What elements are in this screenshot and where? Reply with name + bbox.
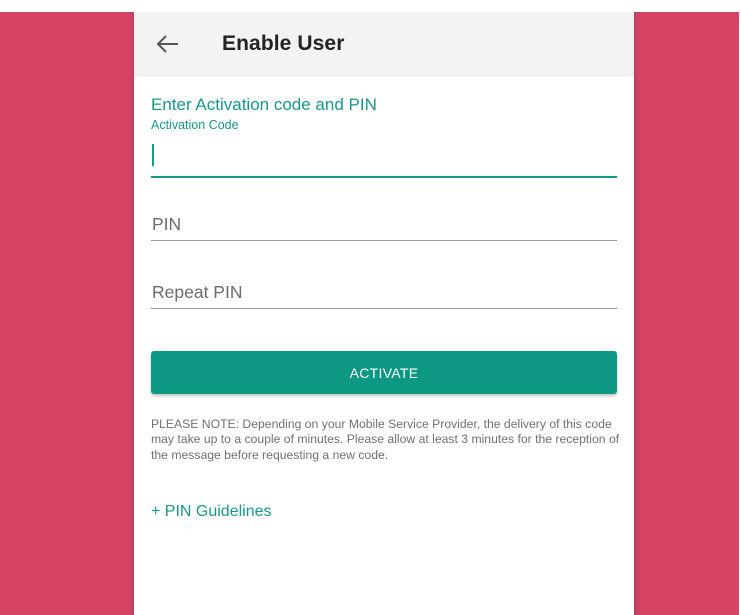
repeat-pin-placeholder: Repeat PIN: [152, 282, 243, 302]
arrow-left-icon[interactable]: [154, 30, 182, 58]
repeat-pin-input[interactable]: Repeat PIN: [151, 278, 617, 309]
pin-guidelines-link[interactable]: + PIN Guidelines: [151, 503, 272, 521]
pin-input[interactable]: PIN: [151, 210, 617, 241]
app-toolbar: Enable User: [134, 12, 634, 77]
activation-code-label: Activation Code: [151, 118, 239, 132]
enable-user-screen: Enable User Enter Activation code and PI…: [134, 12, 634, 615]
right-side-background: [634, 12, 739, 615]
delivery-note: PLEASE NOTE: Depending on your Mobile Se…: [151, 417, 620, 462]
page-title: Enable User: [222, 32, 345, 55]
pin-placeholder: PIN: [152, 214, 182, 234]
text-cursor: [152, 144, 154, 166]
activation-code-input[interactable]: [151, 140, 617, 178]
activate-button[interactable]: ACTIVATE: [151, 351, 617, 394]
left-side-background: [0, 12, 134, 615]
form-heading: Enter Activation code and PIN: [151, 95, 377, 114]
